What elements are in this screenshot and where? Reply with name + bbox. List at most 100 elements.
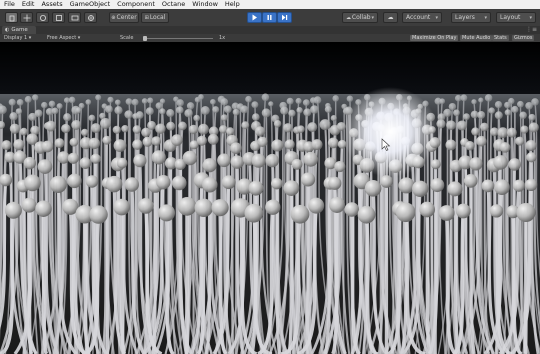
sphere bbox=[0, 173, 13, 187]
sphere bbox=[37, 159, 53, 174]
menu-item-assets[interactable]: Assets bbox=[41, 0, 62, 9]
stem bbox=[305, 179, 310, 354]
stem bbox=[27, 205, 34, 354]
chevron-down-icon: ▾ bbox=[28, 35, 32, 41]
sphere bbox=[79, 157, 92, 169]
sphere bbox=[23, 156, 37, 170]
pivot-space-button[interactable]: ⊞ Local bbox=[141, 12, 169, 23]
sphere bbox=[221, 175, 236, 190]
menu-item-window[interactable]: Window bbox=[192, 0, 218, 9]
sphere bbox=[132, 139, 143, 150]
sphere bbox=[284, 139, 295, 150]
stem bbox=[523, 212, 528, 354]
menu-item-component[interactable]: Component bbox=[117, 0, 155, 9]
scale-slider-track[interactable] bbox=[143, 37, 213, 39]
sphere bbox=[177, 197, 197, 216]
hand-tool-button[interactable] bbox=[5, 12, 18, 23]
sphere bbox=[35, 200, 52, 217]
sphere bbox=[230, 155, 244, 169]
menu-item-gameobject[interactable]: GameObject bbox=[70, 0, 111, 9]
sphere bbox=[196, 135, 207, 146]
game-controller-icon: ◐ bbox=[5, 27, 10, 33]
step-icon bbox=[282, 14, 288, 21]
menu-item-help[interactable]: Help bbox=[225, 0, 240, 9]
collab-dropdown[interactable]: ☁ Collab ▾ bbox=[342, 12, 378, 23]
step-button[interactable] bbox=[277, 12, 292, 23]
rect-tool-button[interactable] bbox=[68, 12, 81, 23]
account-dropdown[interactable]: Account ▾ bbox=[402, 12, 442, 23]
sphere bbox=[508, 158, 521, 171]
sphere bbox=[364, 180, 382, 197]
sphere bbox=[88, 137, 101, 150]
sphere bbox=[207, 133, 219, 145]
hand-icon bbox=[9, 15, 14, 21]
sphere bbox=[301, 172, 316, 187]
sphere bbox=[445, 139, 457, 151]
sphere bbox=[113, 139, 127, 153]
sphere bbox=[344, 202, 360, 217]
sphere bbox=[283, 180, 300, 196]
rect-icon bbox=[71, 15, 78, 20]
sphere bbox=[489, 204, 504, 218]
menu-item-edit[interactable]: Edit bbox=[22, 0, 35, 9]
sphere bbox=[481, 179, 495, 193]
pivot-mode-button[interactable]: ⊕ Center bbox=[109, 12, 139, 23]
sphere bbox=[13, 139, 25, 151]
transform-icon bbox=[87, 14, 94, 21]
sphere bbox=[308, 197, 325, 214]
stats-toggle[interactable]: Stats bbox=[492, 35, 509, 41]
sphere bbox=[158, 204, 176, 222]
sphere bbox=[102, 135, 112, 145]
maximize-on-play-toggle[interactable]: Maximize On Play bbox=[410, 35, 459, 41]
sphere bbox=[151, 136, 162, 146]
sphere bbox=[85, 175, 99, 188]
scale-tool-button[interactable] bbox=[52, 12, 65, 23]
menu-item-file[interactable]: File bbox=[4, 0, 15, 9]
cloud-icon: ☁ bbox=[346, 14, 351, 21]
layers-dropdown[interactable]: Layers ▾ bbox=[451, 12, 491, 23]
sphere bbox=[430, 178, 445, 193]
sphere bbox=[430, 159, 441, 170]
play-button[interactable] bbox=[247, 12, 262, 23]
sphere bbox=[455, 203, 471, 219]
rotate-tool-button[interactable] bbox=[36, 12, 49, 23]
scale-slider-handle[interactable] bbox=[143, 35, 147, 41]
layout-dropdown[interactable]: Layout ▾ bbox=[496, 12, 536, 23]
sphere bbox=[469, 157, 483, 171]
mute-audio-toggle[interactable]: Mute Audio bbox=[460, 35, 493, 41]
sphere bbox=[493, 155, 508, 170]
sphere bbox=[271, 177, 283, 190]
sphere bbox=[265, 199, 281, 215]
sphere bbox=[156, 175, 171, 190]
display-label: Display 1 bbox=[4, 35, 28, 41]
pause-button[interactable] bbox=[262, 12, 277, 23]
tab-options-icon[interactable]: ⋮≡ bbox=[526, 26, 537, 34]
sphere bbox=[525, 140, 537, 152]
tab-game[interactable]: ◐ Game bbox=[2, 26, 36, 34]
sphere bbox=[105, 175, 123, 193]
sphere bbox=[516, 202, 536, 223]
sphere bbox=[265, 153, 279, 168]
aspect-dropdown[interactable]: Free Aspect ▾ bbox=[47, 34, 80, 42]
sphere bbox=[113, 198, 131, 216]
transform-tool-button[interactable] bbox=[84, 12, 97, 23]
sphere bbox=[54, 138, 65, 149]
space-icon: ⊞ bbox=[144, 14, 149, 21]
sphere bbox=[512, 179, 526, 192]
sphere bbox=[151, 150, 166, 165]
sphere bbox=[311, 139, 323, 151]
sphere bbox=[248, 180, 264, 196]
sphere bbox=[138, 198, 154, 214]
game-viewport[interactable] bbox=[0, 42, 540, 354]
move-tool-button[interactable] bbox=[20, 12, 33, 23]
chevron-down-icon: ▾ bbox=[371, 14, 374, 21]
sphere bbox=[182, 150, 198, 166]
sphere bbox=[24, 174, 41, 192]
services-button[interactable]: ☁ bbox=[383, 12, 398, 23]
menu-item-octane[interactable]: Octane bbox=[162, 0, 185, 9]
sphere bbox=[526, 152, 537, 163]
sphere bbox=[211, 199, 229, 217]
display-dropdown[interactable]: Display 1 ▾ bbox=[4, 34, 31, 42]
gizmos-dropdown[interactable]: Gizmos bbox=[512, 35, 535, 41]
aspect-label: Free Aspect bbox=[47, 35, 77, 41]
